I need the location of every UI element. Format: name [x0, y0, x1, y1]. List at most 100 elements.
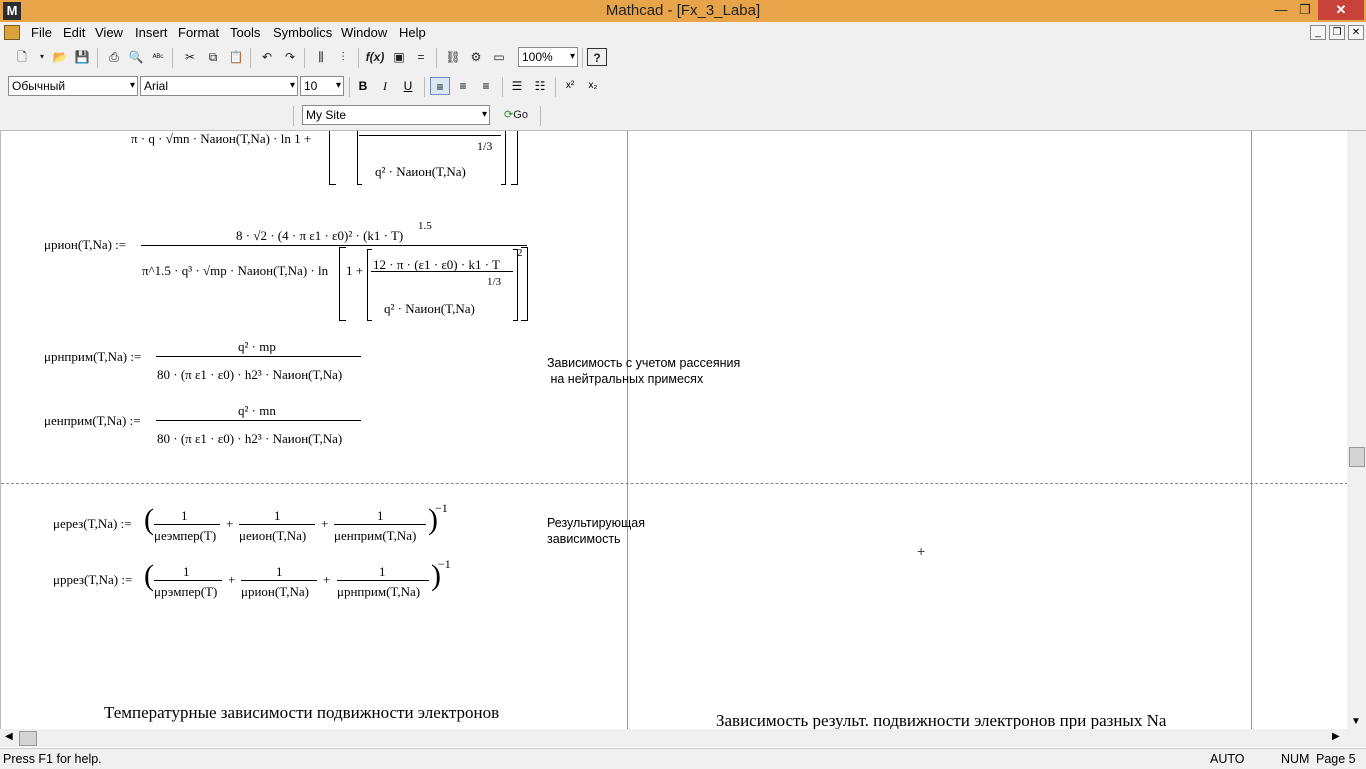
go-button[interactable]: ⟳Go [498, 106, 534, 124]
align-left-button[interactable]: ≡ [430, 77, 450, 95]
eq-mu-enprim-denominator[interactable]: 80 · (π ε1 · ε0) · h2³ · Nаион(T,Na) [157, 431, 342, 447]
horizontal-scroll-thumb[interactable] [19, 731, 37, 746]
fraction-line [241, 580, 317, 581]
style-select[interactable]: Обычный ▾ [8, 76, 138, 96]
spell-check-icon[interactable]: ᴬᴮᶜ [148, 48, 168, 66]
open-folder-icon[interactable]: 📂 [50, 48, 70, 66]
worksheet[interactable]: π · q · √mn · Nаион(T,Na) · ln 1 + q² · … [0, 131, 1348, 729]
eq-mu-rnprim-denominator[interactable]: 80 · (π ε1 · ε0) · h2³ · Nаион(T,Na) [157, 367, 342, 383]
menu-file[interactable]: File [31, 25, 52, 40]
numerator-one: 1 [377, 508, 384, 523]
eq-mu-rion-numerator[interactable]: 8 · √2 · (4 · π ε1 · ε0)² · (k1 · T) [236, 228, 403, 244]
doc-restore-button[interactable]: ❐ [1329, 25, 1345, 40]
eq-mu-rion-bracket-exponent: 2 [517, 247, 523, 259]
restore-window-button[interactable]: ❐ [1290, 0, 1320, 20]
site-select[interactable]: My Site ▾ [302, 105, 490, 125]
eq-mu-erez-term2[interactable]: μеион(T,Na) [239, 528, 306, 544]
toolbar-separator [436, 48, 437, 68]
print-icon[interactable]: ⎙ [104, 48, 124, 66]
cut-icon[interactable]: ✂ [180, 48, 200, 66]
menu-help[interactable]: Help [399, 25, 426, 40]
close-window-button[interactable]: ✕ [1318, 0, 1364, 20]
component-wizard-icon[interactable]: ⚙ [466, 48, 486, 66]
eq-mu-erez-term1[interactable]: μеэмпер(T) [154, 528, 216, 544]
document-icon[interactable] [4, 25, 20, 40]
zoom-select[interactable]: 100% ▾ [518, 47, 578, 67]
left-bracket [329, 131, 336, 185]
menu-edit[interactable]: Edit [63, 25, 85, 40]
new-dropdown-icon[interactable]: ▾ [32, 48, 52, 66]
doc-minimize-button[interactable]: _ [1310, 25, 1326, 40]
equation-fragment-inner-denominator[interactable]: q² · Nаион(T,Na) [375, 164, 466, 180]
copy-icon[interactable]: ⧉ [203, 48, 223, 66]
eq-mu-erez-lhs[interactable]: μерез(T,Na) := [53, 516, 132, 532]
numbering-button[interactable]: ☷ [530, 77, 550, 95]
eq-mu-rion-lhs[interactable]: μрион(T,Na) := [44, 237, 126, 253]
insert-function-icon[interactable]: f(x) [365, 48, 385, 66]
align-right-button[interactable]: ≡ [476, 77, 496, 95]
doc-close-button[interactable]: ✕ [1348, 25, 1364, 40]
toolbar-separator [582, 48, 583, 68]
menu-view[interactable]: View [95, 25, 123, 40]
equation-fragment-denominator[interactable]: π · q · √mn · Nаион(T,Na) · ln 1 + [131, 131, 311, 147]
align-center-button[interactable]: ≡ [453, 77, 473, 95]
underline-button[interactable]: U [398, 77, 418, 95]
scroll-left-arrow-icon[interactable]: ◀ [5, 731, 13, 742]
eq-mu-rrez-term2[interactable]: μрион(T,Na) [241, 584, 309, 600]
numerator-one: 1 [274, 508, 281, 523]
bullets-button[interactable]: ☰ [507, 77, 527, 95]
menu-bar: File Edit View Insert Format Tools Symbo… [0, 22, 1366, 43]
plus-sign: + [226, 516, 234, 531]
insert-unit-icon[interactable]: ▣ [389, 48, 409, 66]
go-arrow-icon: ⟳ [504, 109, 514, 121]
paste-icon[interactable]: 📋 [226, 48, 246, 66]
redo-icon[interactable]: ↷ [280, 48, 300, 66]
calculate-icon[interactable]: = [411, 48, 431, 66]
heading-result-mobility[interactable]: Зависимость результ. подвижности электро… [716, 711, 1166, 729]
align-across-icon[interactable]: ⫼ [311, 48, 331, 66]
bold-button[interactable]: B [353, 77, 373, 95]
eq-mu-enprim-lhs[interactable]: μенприм(T,Na) := [44, 413, 141, 429]
font-size-select[interactable]: 10 ▾ [300, 76, 344, 96]
run-script-icon[interactable]: ▭ [489, 48, 509, 66]
fraction-line [334, 524, 426, 525]
horizontal-scrollbar[interactable]: ◀ ▶ [0, 729, 1366, 747]
eq-mu-rion-denominator[interactable]: π^1.5 · q³ · √mp · Nаион(T,Na) · ln [142, 263, 328, 279]
eq-mu-rnprim-numerator[interactable]: q² · mp [238, 339, 276, 355]
vertical-scrollbar[interactable]: ▼ [1347, 131, 1366, 729]
new-document-icon[interactable]: 🗋 [12, 48, 32, 66]
status-num-lock: NUM [1281, 752, 1310, 766]
insert-hyperlink-icon[interactable]: ⛓ [443, 48, 463, 66]
heading-temperature-dependence[interactable]: Температурные зависимости подвижности эл… [104, 703, 499, 723]
align-down-icon[interactable]: ⫶ [333, 48, 353, 66]
undo-icon[interactable]: ↶ [257, 48, 277, 66]
menu-tools[interactable]: Tools [230, 25, 260, 40]
menu-window[interactable]: Window [341, 25, 387, 40]
eq-mu-enprim-numerator[interactable]: q² · mn [238, 403, 276, 419]
window-title: Mathcad - [Fx_3_Laba] [605, 2, 761, 19]
superscript-button[interactable]: x² [560, 77, 580, 95]
italic-button[interactable]: I [375, 77, 395, 95]
eq-mu-rrez-term1[interactable]: μрэмпер(T) [154, 584, 217, 600]
help-button[interactable]: ? [587, 48, 607, 66]
eq-mu-rrez-lhs[interactable]: μррез(T,Na) := [53, 572, 132, 588]
eq-mu-rnprim-lhs[interactable]: μрнприм(T,Na) := [44, 349, 141, 365]
subscript-button[interactable]: x₂ [583, 77, 603, 95]
scroll-right-arrow-icon[interactable]: ▶ [1332, 731, 1340, 742]
status-bar: Press F1 for help. AUTO NUM Page 5 [0, 748, 1366, 769]
vertical-scroll-thumb[interactable] [1349, 447, 1365, 467]
font-select[interactable]: Arial ▾ [140, 76, 298, 96]
toolbar-separator [172, 48, 173, 68]
toolbar-separator [424, 77, 425, 97]
print-preview-icon[interactable]: 🔍 [126, 48, 146, 66]
note-resulting-dependence[interactable]: Результирующая зависимость [547, 515, 645, 547]
eq-mu-rrez-term3[interactable]: μрнприм(T,Na) [337, 584, 420, 600]
menu-symbolics[interactable]: Symbolics [273, 25, 332, 40]
menu-format[interactable]: Format [178, 25, 219, 40]
save-icon[interactable]: 💾 [72, 48, 92, 66]
menu-insert[interactable]: Insert [135, 25, 168, 40]
eq-mu-rion-inner-denominator[interactable]: q² · Nаион(T,Na) [384, 301, 475, 317]
eq-mu-erez-term3[interactable]: μенприм(T,Na) [334, 528, 416, 544]
scroll-down-arrow-icon[interactable]: ▼ [1351, 716, 1361, 727]
note-neutral-scattering[interactable]: Зависимость с учетом рассеяния на нейтра… [547, 355, 740, 387]
